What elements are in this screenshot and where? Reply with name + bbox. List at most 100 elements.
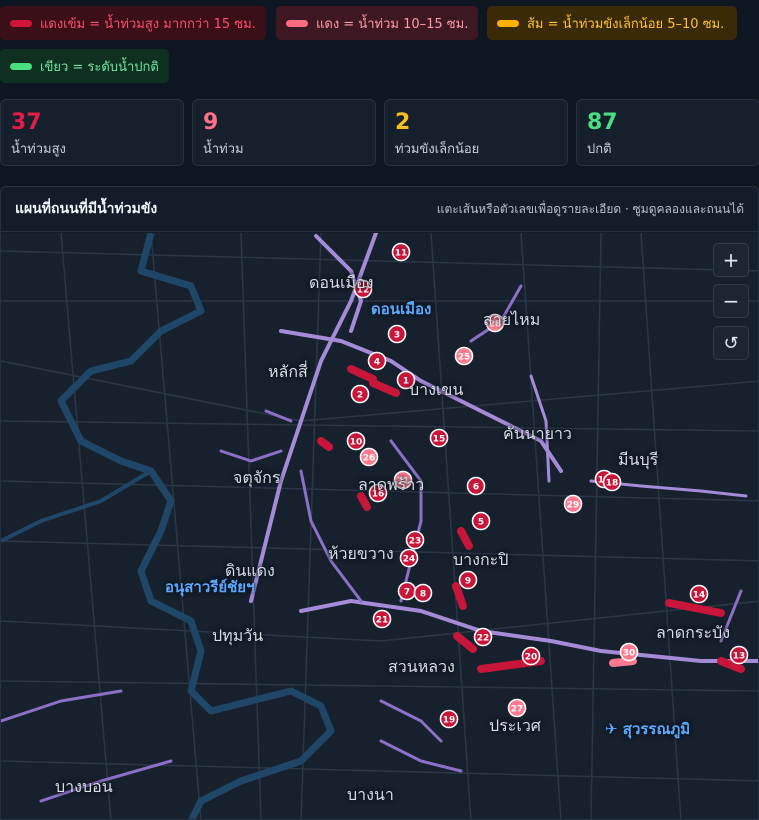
stat-card-normal: 87 ปกติ [576, 99, 759, 166]
flood-marker[interactable]: 14 [689, 584, 709, 604]
stat-card-flood: 9 น้ำท่วม [192, 99, 376, 166]
flood-marker-number: 25 [458, 353, 471, 363]
zoom-out-button[interactable]: − [713, 284, 749, 318]
flooded-road-segment[interactable] [317, 437, 333, 451]
flood-marker-number: 20 [525, 653, 538, 663]
map-panel-header: แผนที่ถนนที่มีน้ำท่วมขัง แตะเส้นหรือตัวเ… [1, 187, 758, 232]
flood-marker[interactable]: 24 [399, 548, 419, 568]
expressway-segment [389, 439, 423, 603]
map-panel-hint: แตะเส้นหรือตัวเลขเพื่อดูรายละเอียด · ซูม… [436, 201, 744, 216]
place-label: ดอนเมือง [309, 273, 374, 292]
flood-marker[interactable]: 4 [367, 351, 387, 371]
flood-marker[interactable]: 8 [413, 583, 433, 603]
flood-marker[interactable]: 19 [439, 709, 459, 729]
flood-marker[interactable]: 23 [405, 530, 425, 550]
flood-marker-number: 14 [693, 591, 706, 601]
place-label: ลาดพร้าว [358, 475, 425, 494]
legend-chip-green: เขียว = ระดับน้ำปกติ [0, 49, 169, 83]
flood-marker-number: 5 [478, 518, 484, 528]
expressway-segment [379, 739, 463, 773]
flood-marker-number: 29 [567, 501, 580, 511]
stat-value: 37 [11, 110, 42, 135]
place-label: คันนายาว [503, 424, 572, 443]
flood-marker[interactable]: 5 [471, 511, 491, 531]
flooded-road-segment[interactable] [457, 527, 473, 550]
flood-marker[interactable]: 18 [602, 472, 622, 492]
place-label: อนุสาวรีย์ชัยฯ [165, 578, 255, 596]
flood-marker-number: 3 [394, 331, 400, 341]
flood-marker-number: 7 [404, 588, 410, 598]
zoom-in-button[interactable]: + [713, 243, 749, 277]
place-label: จตุจักร [233, 468, 281, 487]
stat-card-minor-flood: 2 ท่วมขังเล็กน้อย [384, 99, 568, 166]
place-label: ลาดกระบัง [656, 623, 731, 642]
place-label: บางบอน [55, 777, 113, 796]
flood-marker[interactable]: 11 [391, 242, 411, 262]
flood-marker-number: 30 [623, 649, 636, 659]
expressway-segment [264, 409, 293, 423]
flood-marker-number: 6 [473, 483, 479, 493]
stat-label: ปกติ [587, 142, 612, 157]
stat-label: น้ำท่วมสูง [11, 142, 66, 157]
stat-label: น้ำท่วม [203, 142, 244, 157]
flood-marker[interactable]: 26 [359, 447, 379, 467]
flood-marker[interactable]: 29 [563, 494, 583, 514]
flood-marker-number: 24 [403, 555, 416, 565]
flood-marker-number: 26 [363, 454, 376, 464]
flood-marker[interactable]: 20 [521, 646, 541, 666]
flood-marker-number: 13 [733, 652, 746, 662]
flood-marker[interactable]: 3 [387, 324, 407, 344]
place-label: ✈ สุวรรณภูมิ [605, 720, 691, 738]
stat-value: 87 [587, 110, 618, 135]
place-label: สายไหม [483, 310, 541, 329]
legend-swatch-green [10, 62, 32, 70]
flood-marker[interactable]: 30 [619, 642, 639, 662]
stat-label: ท่วมขังเล็กน้อย [395, 142, 480, 157]
flood-marker-number: 10 [350, 438, 363, 448]
legend-label-orange: ส้ม = น้ำท่วมขังเล็กน้อย 5–10 ซม. [527, 16, 725, 32]
stat-value: 2 [395, 110, 411, 135]
flood-marker-number: 23 [409, 537, 422, 547]
place-label: บางกะปิ [453, 550, 509, 569]
flood-marker-number: 9 [465, 577, 471, 587]
legend-label-green: เขียว = ระดับน้ำปกติ [40, 59, 159, 75]
flooded-road-segment[interactable] [452, 582, 467, 610]
flood-marker[interactable]: 7 [397, 581, 417, 601]
flood-marker[interactable]: 25 [454, 346, 474, 366]
flood-marker-number: 19 [443, 716, 456, 726]
place-label: บางนา [347, 785, 394, 804]
place-label: บางเขน [409, 380, 464, 399]
place-label: ห้วยขวาง [328, 544, 394, 563]
reset-view-icon[interactable]: ↺ [713, 326, 749, 360]
legend-swatch-red [286, 19, 308, 27]
flood-map[interactable]: 1234567891011121314151617181920212223242… [1, 233, 758, 819]
place-label: สวนหลวง [388, 657, 455, 676]
flooded-road-segment[interactable] [347, 365, 377, 383]
map-panel: แผนที่ถนนที่มีน้ำท่วมขัง แตะเส้นหรือตัวเ… [0, 186, 759, 820]
stat-value: 9 [203, 110, 219, 135]
flood-marker-number: 4 [374, 358, 380, 368]
place-label: ประเวศ [489, 716, 541, 735]
flood-marker[interactable]: 10 [346, 431, 366, 451]
flood-marker[interactable]: 15 [429, 428, 449, 448]
flooded-road-segment[interactable] [369, 379, 400, 397]
flood-marker[interactable]: 2 [350, 384, 370, 404]
flood-marker[interactable]: 13 [729, 645, 749, 665]
legend-chip-orange: ส้ม = น้ำท่วมขังเล็กน้อย 5–10 ซม. [487, 6, 737, 40]
stat-card-high-flood: 37 น้ำท่วมสูง [0, 99, 184, 166]
flood-marker-number: 27 [511, 705, 524, 715]
river-layer [1, 233, 335, 819]
place-label: ปทุมวัน [212, 626, 264, 645]
flooded-road-segment[interactable] [609, 657, 637, 667]
flood-marker-number: 22 [477, 634, 490, 644]
legend-label-dark-red: แดงเข้ม = น้ำท่วมสูง มากกว่า 15 ซม. [40, 16, 256, 32]
flood-marker-number: 2 [357, 391, 363, 401]
flood-marker[interactable]: 22 [473, 627, 493, 647]
flooded-road-segment[interactable] [665, 599, 725, 617]
flood-marker[interactable]: 9 [458, 570, 478, 590]
flood-marker[interactable]: 21 [372, 609, 392, 629]
map-panel-title: แผนที่ถนนที่มีน้ำท่วมขัง [15, 201, 158, 217]
flood-marker[interactable]: 6 [466, 476, 486, 496]
legend-label-red: แดง = น้ำท่วม 10–15 ซม. [316, 16, 469, 32]
flood-marker-number: 18 [606, 479, 619, 489]
